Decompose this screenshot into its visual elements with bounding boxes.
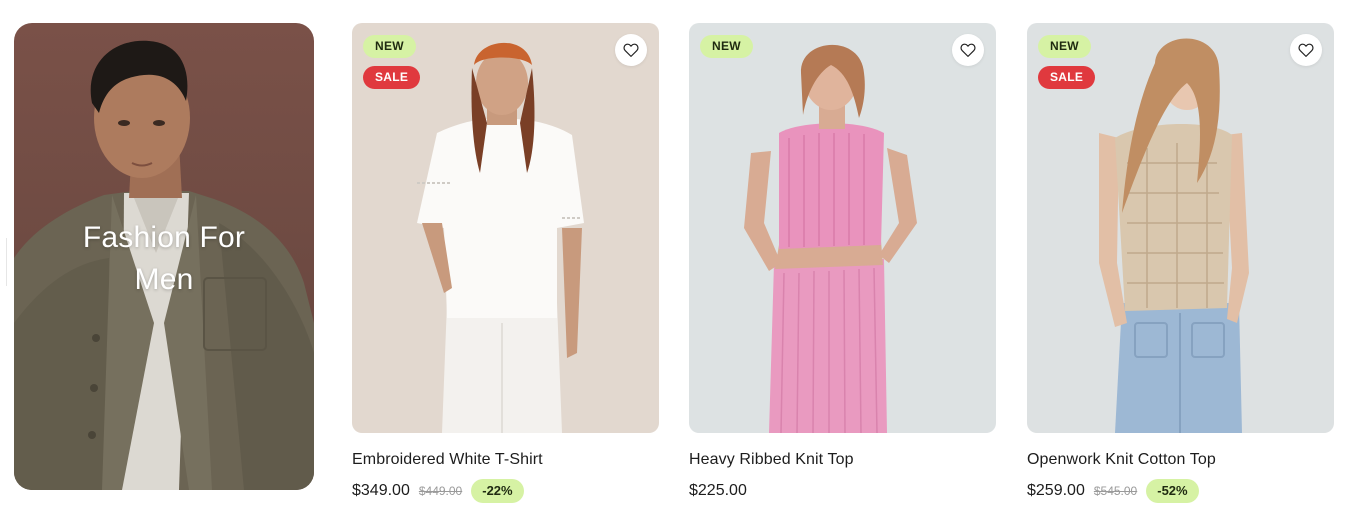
badge-new: NEW <box>1038 35 1091 58</box>
badge-sale: SALE <box>363 66 421 89</box>
product-card: NEW SALE Embroidered White T-Shirt $349.… <box>352 23 659 504</box>
price-row: $225.00 <box>689 478 996 504</box>
discount-badge: -22% <box>471 479 524 503</box>
discount-badge: -52% <box>1146 479 1199 503</box>
product-name[interactable]: Embroidered White T-Shirt <box>352 450 659 470</box>
badge-sale: SALE <box>1038 66 1096 89</box>
badge-group: NEW <box>700 35 753 58</box>
badge-group: NEW SALE <box>363 35 421 89</box>
product-name[interactable]: Openwork Knit Cotton Top <box>1027 450 1334 470</box>
heart-outline-icon <box>623 43 639 57</box>
promo-title: Fashion For Men <box>82 221 246 296</box>
product-name[interactable]: Heavy Ribbed Knit Top <box>689 450 996 470</box>
price-current: $259.00 <box>1027 482 1085 499</box>
product-card: NEW Heavy Ribbed Knit Top $225.00 <box>689 23 996 504</box>
badge-new: NEW <box>363 35 416 58</box>
product-image[interactable]: NEW <box>689 23 996 433</box>
price-row: $349.00 $449.00 -22% <box>352 478 659 504</box>
product-image[interactable]: NEW SALE <box>1027 23 1334 433</box>
carousel-prev-edge[interactable] <box>0 238 7 286</box>
heart-outline-icon <box>960 43 976 57</box>
wishlist-button[interactable] <box>952 34 984 66</box>
price-row: $259.00 $545.00 -52% <box>1027 478 1334 504</box>
wishlist-button[interactable] <box>1290 34 1322 66</box>
product-carousel-row: Fashion For Men NEW SALE Embroidered Whi… <box>0 0 1347 527</box>
price-current: $349.00 <box>352 482 410 499</box>
badge-group: NEW SALE <box>1038 35 1096 89</box>
price-current: $225.00 <box>689 482 747 499</box>
product-image[interactable]: NEW SALE <box>352 23 659 433</box>
promo-card-men[interactable]: Fashion For Men <box>14 23 314 490</box>
product-card: NEW SALE Openwork Knit Cotton Top $259.0… <box>1027 23 1334 504</box>
heart-outline-icon <box>1298 43 1314 57</box>
price-original: $545.00 <box>1093 484 1138 498</box>
wishlist-button[interactable] <box>615 34 647 66</box>
price-original: $449.00 <box>418 484 463 498</box>
badge-new: NEW <box>700 35 753 58</box>
product-photo-ribbed-knit-top <box>744 44 917 433</box>
